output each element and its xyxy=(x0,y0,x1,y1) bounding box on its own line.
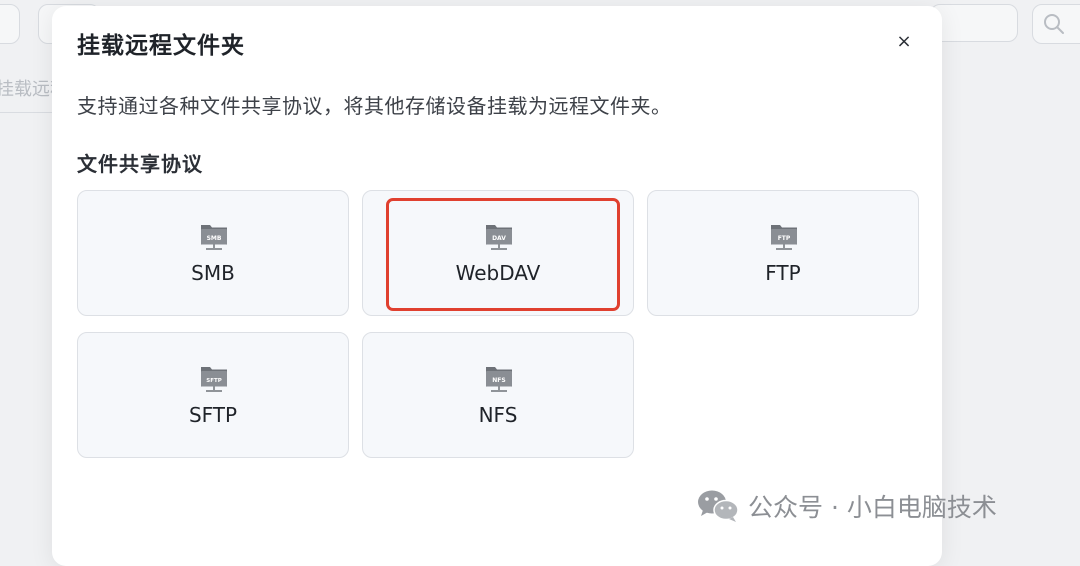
svg-text:NFS: NFS xyxy=(492,377,505,384)
close-icon: × xyxy=(896,31,912,52)
svg-text:DAV: DAV xyxy=(492,235,506,242)
folder-network-icon: SFTP xyxy=(201,367,227,392)
background-search-button xyxy=(1032,4,1080,44)
wechat-icon xyxy=(698,490,739,522)
svg-text:SFTP: SFTP xyxy=(206,378,222,384)
svg-text:SMB: SMB xyxy=(207,235,222,242)
protocol-card-sftp[interactable]: SFTP SFTP xyxy=(77,332,349,458)
folder-network-icon: DAV xyxy=(486,225,512,250)
folder-network-icon: FTP xyxy=(771,225,797,250)
protocol-label: WebDAV xyxy=(455,261,541,285)
svg-text:FTP: FTP xyxy=(778,235,791,242)
watermark: 公众号 · 小白电脑技术 xyxy=(696,486,997,526)
close-button[interactable]: × xyxy=(890,28,918,56)
protocol-label: FTP xyxy=(765,261,801,285)
dialog-title: 挂载远程文件夹 xyxy=(77,33,245,59)
protocol-section-label: 文件共享协议 xyxy=(77,152,203,176)
protocol-card-webdav[interactable]: DAV WebDAV xyxy=(362,190,634,316)
protocol-card-nfs[interactable]: NFS NFS xyxy=(362,332,634,458)
dialog-description: 支持通过各种文件共享协议，将其他存储设备挂载为远程文件夹。 xyxy=(77,94,672,118)
protocol-label: NFS xyxy=(478,403,518,427)
protocol-label: SMB xyxy=(191,261,235,285)
mount-remote-folder-dialog: 挂载远程文件夹 × 支持通过各种文件共享协议，将其他存储设备挂载为远程文件夹。 … xyxy=(52,6,942,566)
watermark-text: 公众号 · 小白电脑技术 xyxy=(748,493,997,522)
protocol-card-smb[interactable]: SMB SMB xyxy=(77,190,349,316)
search-icon xyxy=(1044,14,1064,34)
background-tab: 挂载远程 xyxy=(0,68,68,113)
background-button xyxy=(0,4,20,44)
folder-network-icon: NFS xyxy=(486,367,512,392)
background-filter-input xyxy=(930,4,1018,42)
protocol-card-ftp[interactable]: FTP FTP xyxy=(647,190,919,316)
protocol-label: SFTP xyxy=(188,403,238,427)
folder-network-icon: SMB xyxy=(201,225,227,250)
